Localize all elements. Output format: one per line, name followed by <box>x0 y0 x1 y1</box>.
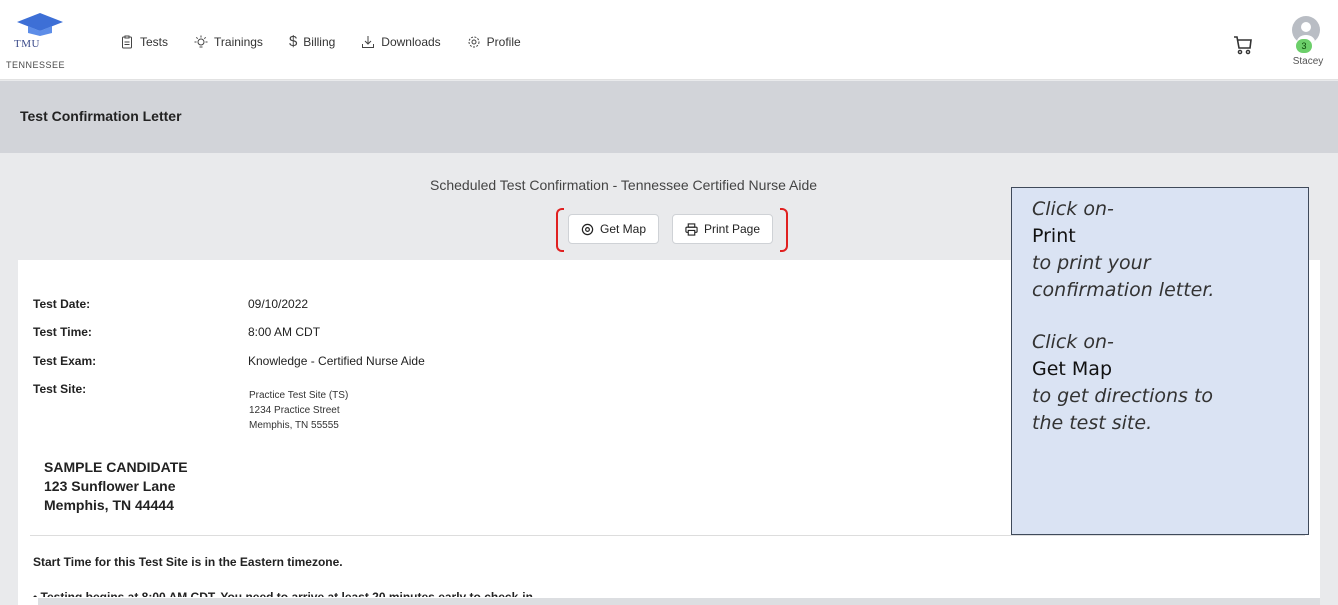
callout-print: Print <box>1032 225 1076 247</box>
clipboard-icon <box>122 35 132 48</box>
confirmation-subtitle: Scheduled Test Confirmation - Tennessee … <box>430 177 818 193</box>
nav-trainings[interactable]: Trainings <box>194 33 263 50</box>
test-site-address: Practice Test Site (TS) 1234 Practice St… <box>249 388 348 433</box>
logo-state: TENNESSEE <box>6 60 66 70</box>
candidate-name: SAMPLE CANDIDATE <box>44 459 188 475</box>
top-navbar: TMU TENNESSEE Tests Trainings $ Billing … <box>0 0 1338 80</box>
site-city: Memphis, TN 55555 <box>249 420 339 431</box>
test-exam-label: Test Exam: <box>33 354 97 368</box>
nav-downloads-label: Downloads <box>381 34 441 49</box>
test-time-value: 8:00 AM CDT <box>248 325 321 339</box>
timezone-note: Start Time for this Test Site is in the … <box>33 555 343 569</box>
printer-icon <box>685 222 698 236</box>
highlight-bracket-right <box>780 208 788 252</box>
test-date-value: 09/10/2022 <box>248 297 309 311</box>
print-page-button[interactable]: Print Page <box>672 214 774 244</box>
candidate-city: Memphis, TN 44444 <box>44 497 174 513</box>
user-name: Stacey <box>1292 56 1324 67</box>
nav-billing[interactable]: $ Billing <box>289 33 335 50</box>
test-date-label: Test Date: <box>33 297 91 311</box>
nav-tests[interactable]: Tests <box>120 33 168 50</box>
site-name: Practice Test Site (TS) <box>249 390 349 401</box>
page-title: Test Confirmation Letter <box>20 108 182 124</box>
test-time-label: Test Time: <box>33 325 92 339</box>
nav-downloads[interactable]: Downloads <box>361 33 441 50</box>
callout-get-map: Get Map <box>1032 358 1112 380</box>
nav-profile-label: Profile <box>486 34 521 49</box>
user-menu[interactable]: 3 Stacey <box>1288 16 1328 76</box>
callout-spacer <box>1032 304 1288 329</box>
lightbulb-icon <box>194 35 208 47</box>
nav-profile[interactable]: Profile <box>467 33 521 50</box>
logo-text: TMU <box>14 38 40 50</box>
site-street: 1234 Practice Street <box>249 405 340 416</box>
get-map-label: Get Map <box>600 222 647 236</box>
nav-tests-label: Tests <box>140 34 169 49</box>
get-map-button[interactable]: Get Map <box>568 214 660 244</box>
info-panel <box>38 598 1320 605</box>
candidate-address: SAMPLE CANDIDATE 123 Sunflower Lane Memp… <box>44 458 188 515</box>
print-page-label: Print Page <box>704 222 761 236</box>
nav-billing-label: Billing <box>303 34 336 49</box>
nav-trainings-label: Trainings <box>214 34 263 49</box>
divider <box>30 535 1305 536</box>
callout-line-1: Click on- <box>1032 198 1114 220</box>
callout-line-7: to get directions to <box>1032 385 1214 407</box>
callout-line-4: confirmation letter. <box>1032 279 1215 301</box>
graduation-cap-icon <box>17 13 63 36</box>
test-site-label: Test Site: <box>33 382 87 396</box>
dollar-icon: $ <box>288 33 298 50</box>
instruction-callout: Click on- Print to print your confirmati… <box>1011 187 1309 535</box>
nav-menu: Tests Trainings $ Billing Downloads Prof… <box>120 33 521 50</box>
notification-badge: 3 <box>1296 39 1312 53</box>
page-header: Test Confirmation Letter <box>0 81 1338 153</box>
cart-icon[interactable] <box>1232 34 1254 56</box>
callout-line-5: Click on- <box>1032 331 1114 353</box>
candidate-street: 123 Sunflower Lane <box>44 478 176 494</box>
map-pin-icon <box>581 223 594 235</box>
tmu-logo[interactable]: TMU TENNESSEE <box>6 12 86 76</box>
test-exam-value: Knowledge - Certified Nurse Aide <box>248 354 425 368</box>
highlight-bracket-left <box>556 208 564 252</box>
callout-line-3: to print your <box>1032 252 1151 274</box>
download-icon <box>362 35 375 48</box>
callout-line-8: the test site. <box>1032 412 1153 434</box>
gear-icon <box>468 36 480 47</box>
